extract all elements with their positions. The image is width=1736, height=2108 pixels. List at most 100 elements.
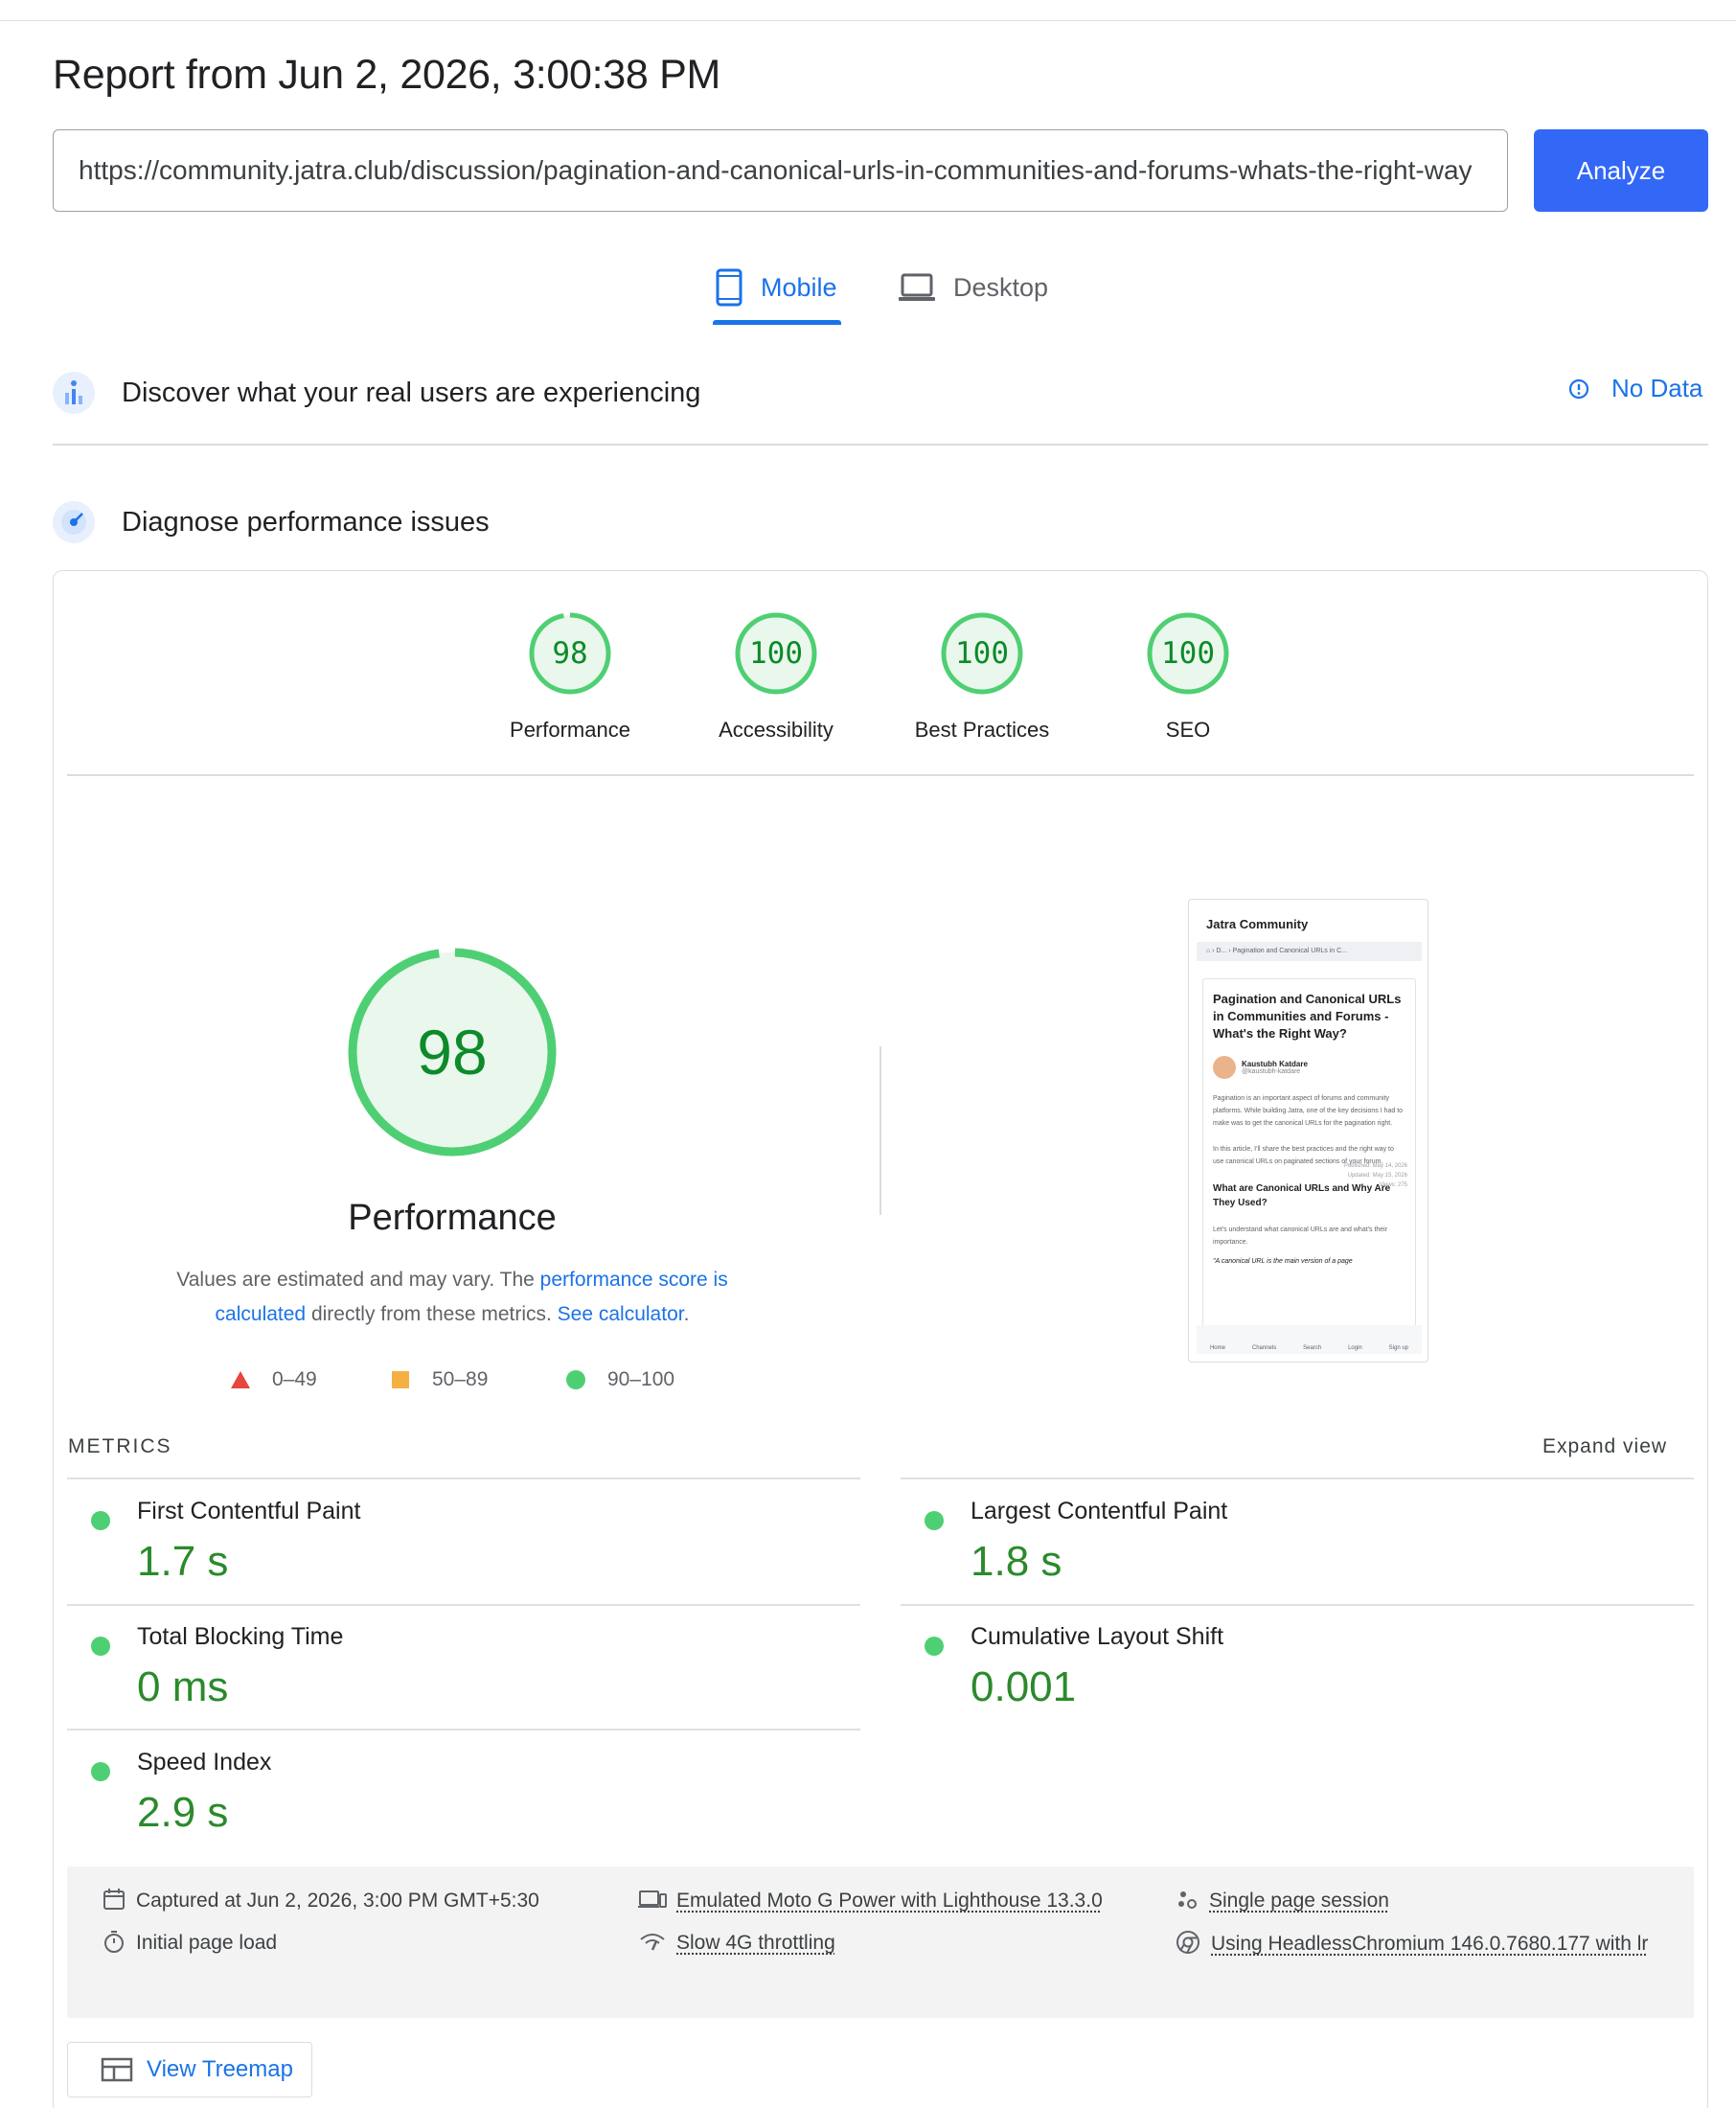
score-gauge-accessibility[interactable]: 100: [734, 611, 818, 696]
analyze-button[interactable]: Analyze: [1534, 129, 1708, 212]
metric-divider: [901, 1478, 1694, 1479]
pass-dot-icon: [91, 1511, 110, 1530]
metric-name: First Contentful Paint: [137, 1498, 360, 1525]
avatar: [1213, 1056, 1236, 1079]
tab-desktop[interactable]: Desktop: [898, 259, 1048, 316]
env-browser-text: Using HeadlessChromium 146.0.7680.177 wi…: [1211, 1923, 1648, 1964]
thumb-author-name: Kaustubh Katdare: [1242, 1060, 1308, 1068]
info-icon: [1567, 378, 1590, 401]
circle-icon: [565, 1369, 586, 1390]
pass-dot-icon: [91, 1637, 110, 1656]
metric-name: Speed Index: [137, 1749, 271, 1776]
env-session-text: Single page session: [1209, 1887, 1389, 1915]
thumb-site-name: Jatra Community: [1206, 917, 1308, 931]
performance-score-large: 98: [347, 947, 558, 1157]
url-input[interactable]: https://community.jatra.club/discussion/…: [53, 129, 1508, 212]
metric-name: Largest Contentful Paint: [971, 1498, 1227, 1525]
tab-mobile[interactable]: Mobile: [715, 259, 837, 316]
env-device[interactable]: Emulated Moto G Power with Lighthouse 13…: [638, 1887, 1103, 1915]
tab-mobile-label: Mobile: [761, 273, 837, 303]
metric-name: Cumulative Layout Shift: [971, 1623, 1223, 1651]
scores-divider: [67, 774, 1694, 776]
no-data-link[interactable]: No Data: [1567, 374, 1702, 403]
session-icon: [1175, 1887, 1199, 1912]
expand-view-toggle[interactable]: Expand view: [1542, 1435, 1667, 1458]
score-value: 100: [734, 611, 818, 696]
thumb-meta: Published: May 14, 2026 Updated: May 15,…: [1344, 1161, 1407, 1190]
thumb-paragraph-1: Pagination is an important aspect of for…: [1213, 1092, 1405, 1130]
score-gauge-performance[interactable]: 98: [528, 611, 612, 696]
metric-value: 0.001: [971, 1663, 1076, 1711]
pass-dot-icon: [91, 1762, 110, 1781]
env-captured-text: Captured at Jun 2, 2026, 3:00 PM GMT+5:3…: [136, 1887, 539, 1915]
lab-data-header: Diagnose performance issues: [53, 498, 490, 546]
stopwatch-icon: [102, 1929, 126, 1954]
thumb-breadcrumb-text: D... › Pagination and Canonical URLs in …: [1216, 948, 1347, 954]
env-captured: Captured at Jun 2, 2026, 3:00 PM GMT+5:3…: [102, 1887, 539, 1915]
score-value: 100: [940, 611, 1024, 696]
metric-divider: [67, 1478, 860, 1479]
metric-value: 1.8 s: [971, 1538, 1062, 1586]
score-gauge-best-practices[interactable]: 100: [940, 611, 1024, 696]
metrics-title: METRICS: [68, 1435, 172, 1458]
desc-text-1: Values are estimated and may vary. The: [176, 1269, 539, 1291]
legend-fail-range: 0–49: [272, 1368, 317, 1391]
gauge-target-icon: [53, 501, 95, 543]
phone-icon: [715, 268, 743, 307]
thumb-nav-login: Login: [1348, 1345, 1362, 1351]
square-icon: [390, 1370, 411, 1389]
metric-divider: [67, 1604, 860, 1606]
env-session[interactable]: Single page session: [1175, 1887, 1389, 1915]
pass-dot-icon: [925, 1511, 944, 1530]
field-data-header: Discover what your real users are experi…: [53, 369, 700, 417]
legend-pass: 90–100: [565, 1368, 674, 1391]
env-throttling-text: Slow 4G throttling: [676, 1929, 835, 1958]
legend-average: 50–89: [390, 1368, 488, 1391]
desc-text-2: directly from these metrics.: [306, 1303, 558, 1325]
score-gauge-seo[interactable]: 100: [1146, 611, 1230, 696]
metric-value: 2.9 s: [137, 1789, 228, 1837]
thumb-published: Published: May 14, 2026: [1344, 1161, 1407, 1171]
home-icon: ⌂ ›: [1206, 948, 1216, 954]
score-value: 100: [1146, 611, 1230, 696]
thumb-article-title: Pagination and Canonical URLs in Communi…: [1213, 991, 1405, 1043]
field-data-title: Discover what your real users are experi…: [122, 378, 700, 409]
section-divider: [53, 444, 1708, 446]
pass-dot-icon: [925, 1637, 944, 1656]
thumb-views: Views: 275: [1344, 1180, 1407, 1190]
view-treemap-button[interactable]: View Treemap: [67, 2042, 312, 2097]
performance-label-large: Performance: [261, 1198, 644, 1239]
metric-name: Total Blocking Time: [137, 1623, 343, 1651]
thumb-nav-home: Home: [1210, 1345, 1225, 1351]
signal-icon: [638, 1929, 667, 1954]
env-throttling[interactable]: Slow 4G throttling: [638, 1929, 835, 1958]
thumb-paragraph-3: Let's understand what canonical URLs are…: [1213, 1224, 1405, 1249]
score-description: Values are estimated and may vary. The p…: [144, 1263, 761, 1332]
legend-pass-range: 90–100: [607, 1368, 674, 1391]
thumb-updated: Updated: May 15, 2026: [1344, 1171, 1407, 1180]
env-load-text: Initial page load: [136, 1929, 277, 1958]
triangle-icon: [230, 1370, 251, 1389]
env-browser[interactable]: Using HeadlessChromium 146.0.7680.177 wi…: [1175, 1929, 1673, 1964]
tab-desktop-label: Desktop: [953, 273, 1048, 303]
metric-divider: [901, 1604, 1694, 1606]
top-divider: [0, 20, 1736, 21]
see-calculator-link[interactable]: See calculator: [558, 1303, 684, 1325]
vertical-separator: [879, 1046, 881, 1215]
laptop-icon: [898, 271, 936, 304]
env-device-text: Emulated Moto G Power with Lighthouse 13…: [676, 1887, 1103, 1915]
thumb-quote: "A canonical URL is the main version of …: [1213, 1258, 1405, 1265]
lab-data-title: Diagnose performance issues: [122, 507, 490, 538]
score-label: Best Practices: [886, 718, 1078, 743]
legend-fail: 0–49: [230, 1368, 317, 1391]
devices-icon: [638, 1887, 667, 1912]
metric-value: 0 ms: [137, 1663, 228, 1711]
thumb-author-handle: @kaustubh-katdare: [1242, 1068, 1308, 1075]
thumb-nav-search: Search: [1303, 1345, 1321, 1351]
metric-value: 1.7 s: [137, 1538, 228, 1586]
score-label: SEO: [1092, 718, 1284, 743]
thumb-bottom-nav: Home Channels Search Login Sign up: [1197, 1325, 1422, 1354]
legend-average-range: 50–89: [432, 1368, 488, 1391]
chrome-icon: [1175, 1929, 1201, 1956]
thumb-nav-channels: Channels: [1252, 1345, 1276, 1351]
